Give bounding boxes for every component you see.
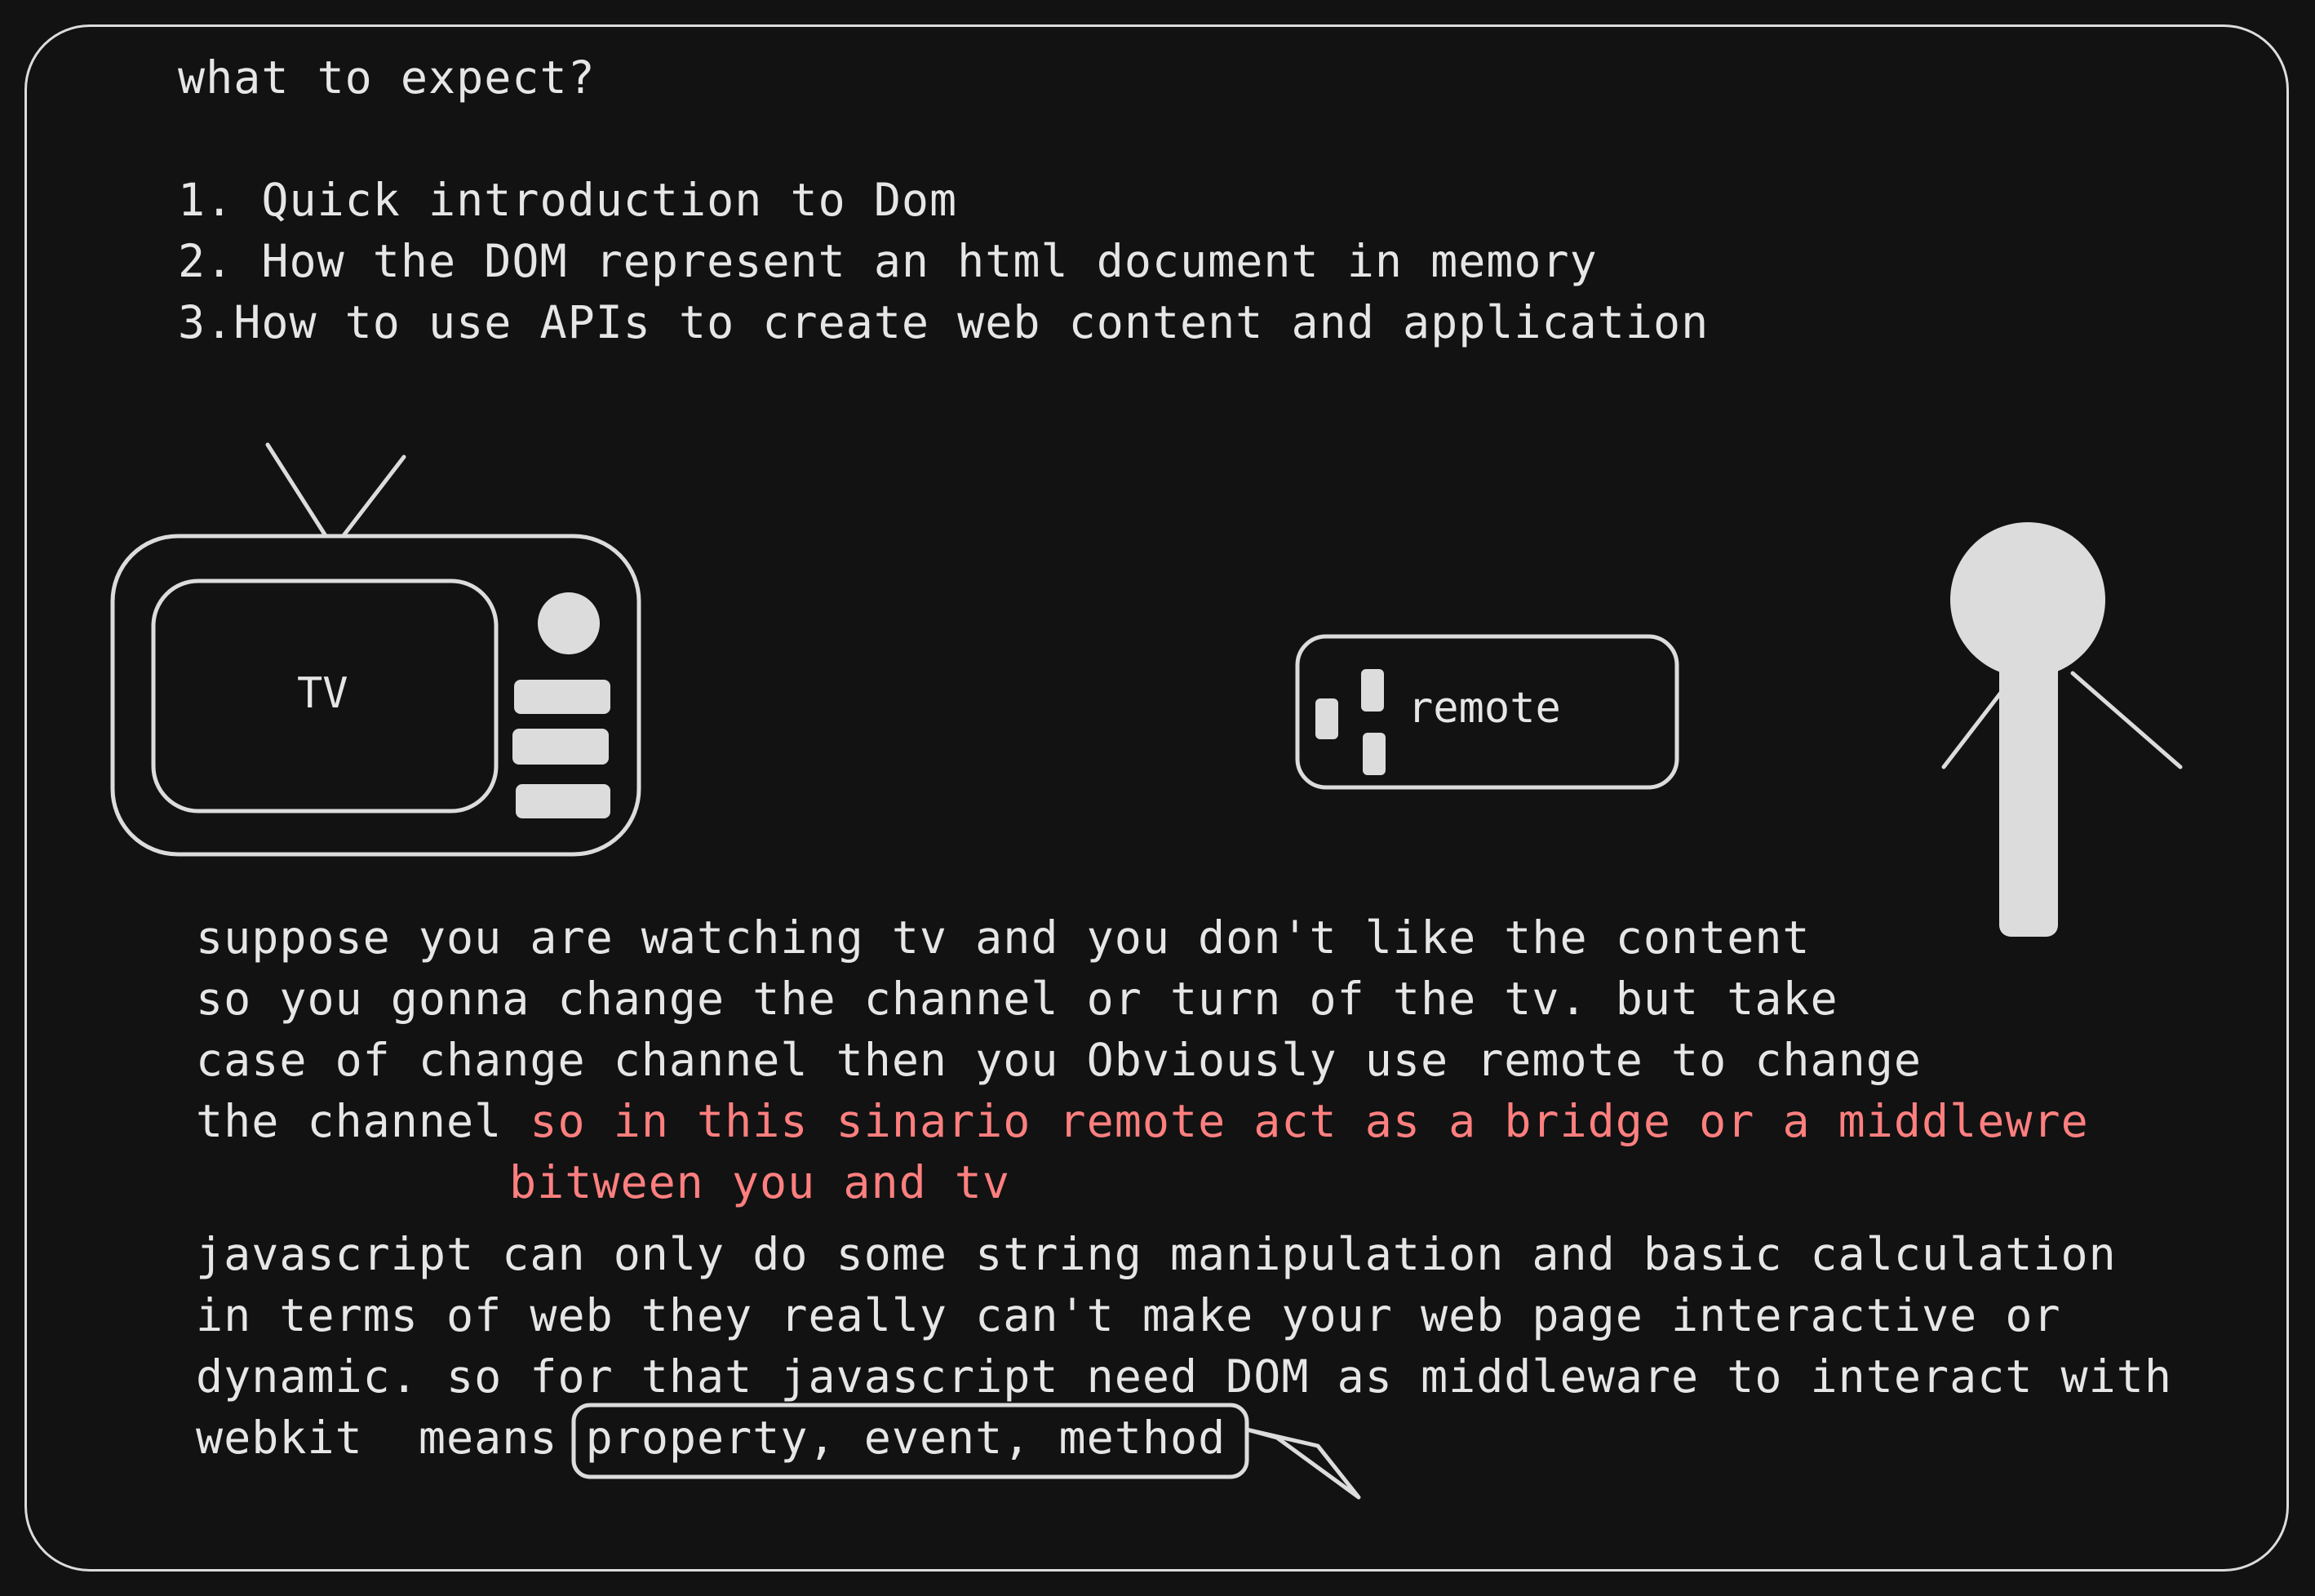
- person-icon: [1941, 671, 2183, 769]
- story-line: case of change channel then you Obviousl…: [196, 1034, 1922, 1086]
- person-head-icon: [1950, 522, 2105, 677]
- javascript-paragraph: javascript can only do some string manip…: [196, 1224, 2172, 1469]
- remote-button-icon: [1315, 698, 1338, 739]
- remote-button-icon: [1363, 733, 1386, 775]
- story-line: the channel so in this sinario remote ac…: [196, 1091, 2089, 1152]
- remote-button-icon: [1361, 669, 1384, 712]
- person-body-icon: [1999, 659, 2058, 937]
- tv-knob-icon: [538, 592, 600, 654]
- js-line: javascript can only do some string manip…: [196, 1228, 2117, 1280]
- story-line: suppose you are watching tv and you don'…: [196, 911, 1811, 964]
- js-line-prefix: webkit means: [196, 1412, 558, 1464]
- highlight-text: so in this sinario remote act as a bridg…: [530, 1095, 2089, 1147]
- tv-button-icon: [516, 784, 610, 818]
- remote-label: remote: [1408, 684, 1561, 733]
- tv-button-icon: [514, 680, 610, 714]
- tv-button-icon: [512, 729, 609, 765]
- boxed-text: property, event, method: [585, 1412, 1226, 1464]
- js-line: webkit means property, event, method: [196, 1408, 2172, 1469]
- story-line: so you gonna change the channel or turn …: [196, 973, 1838, 1025]
- js-line: in terms of web they really can't make y…: [196, 1289, 2061, 1341]
- story-paragraph: suppose you are watching tv and you don'…: [196, 907, 2089, 1213]
- js-line: dynamic. so for that javascript need DOM…: [196, 1350, 2173, 1403]
- highlight-text: bitween you and tv: [509, 1156, 1011, 1208]
- story-line-prefix: the channel: [196, 1095, 503, 1147]
- tv-label: TV: [297, 669, 348, 718]
